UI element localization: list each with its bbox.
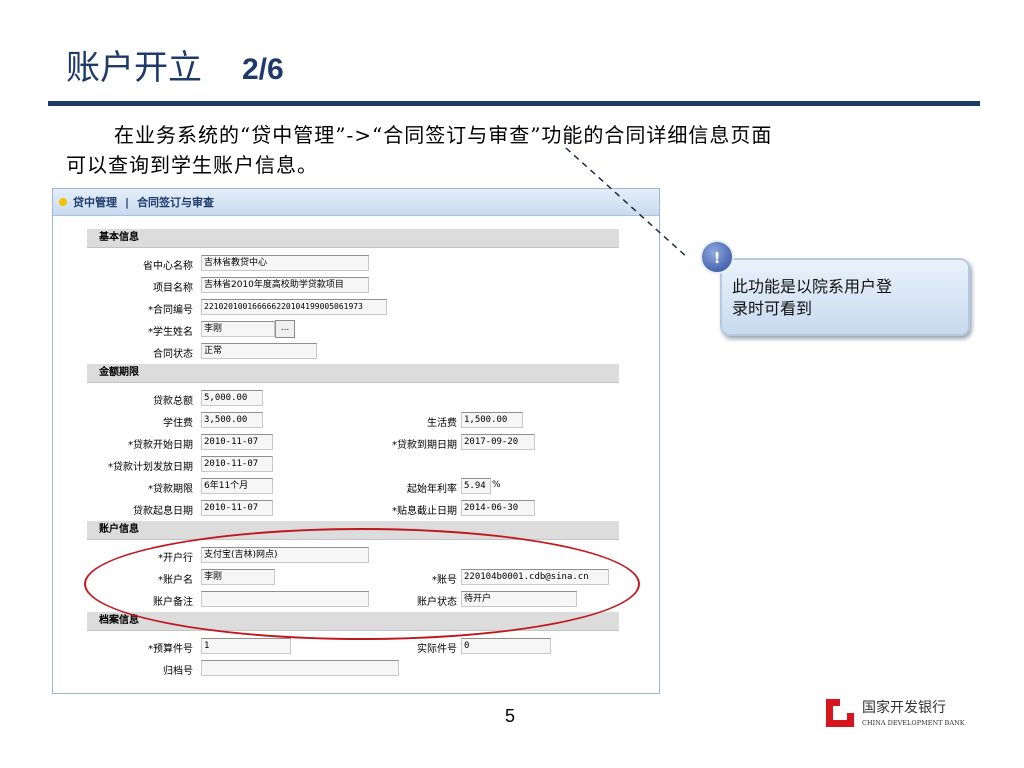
cdb-logo-mark-icon xyxy=(826,699,854,727)
callout-text: 此功能是以院系用户登 录时可看到 xyxy=(732,276,892,320)
cdb-logo: 国家开发银行 CHINA DEVELOPMENT BANK xyxy=(826,697,986,737)
callout-dashed-connector xyxy=(565,147,689,259)
callout-line-2: 录时可看到 xyxy=(732,299,813,318)
logo-english-name: CHINA DEVELOPMENT BANK xyxy=(862,719,965,727)
page-number: 5 xyxy=(505,706,516,726)
callout-pointer-line xyxy=(565,147,689,259)
callout-box: 此功能是以院系用户登 录时可看到 xyxy=(720,258,970,336)
logo-chinese-name: 国家开发银行 xyxy=(862,700,946,716)
callout-line-1: 此功能是以院系用户登 xyxy=(732,277,893,296)
exclamation-icon: ! xyxy=(700,240,734,274)
